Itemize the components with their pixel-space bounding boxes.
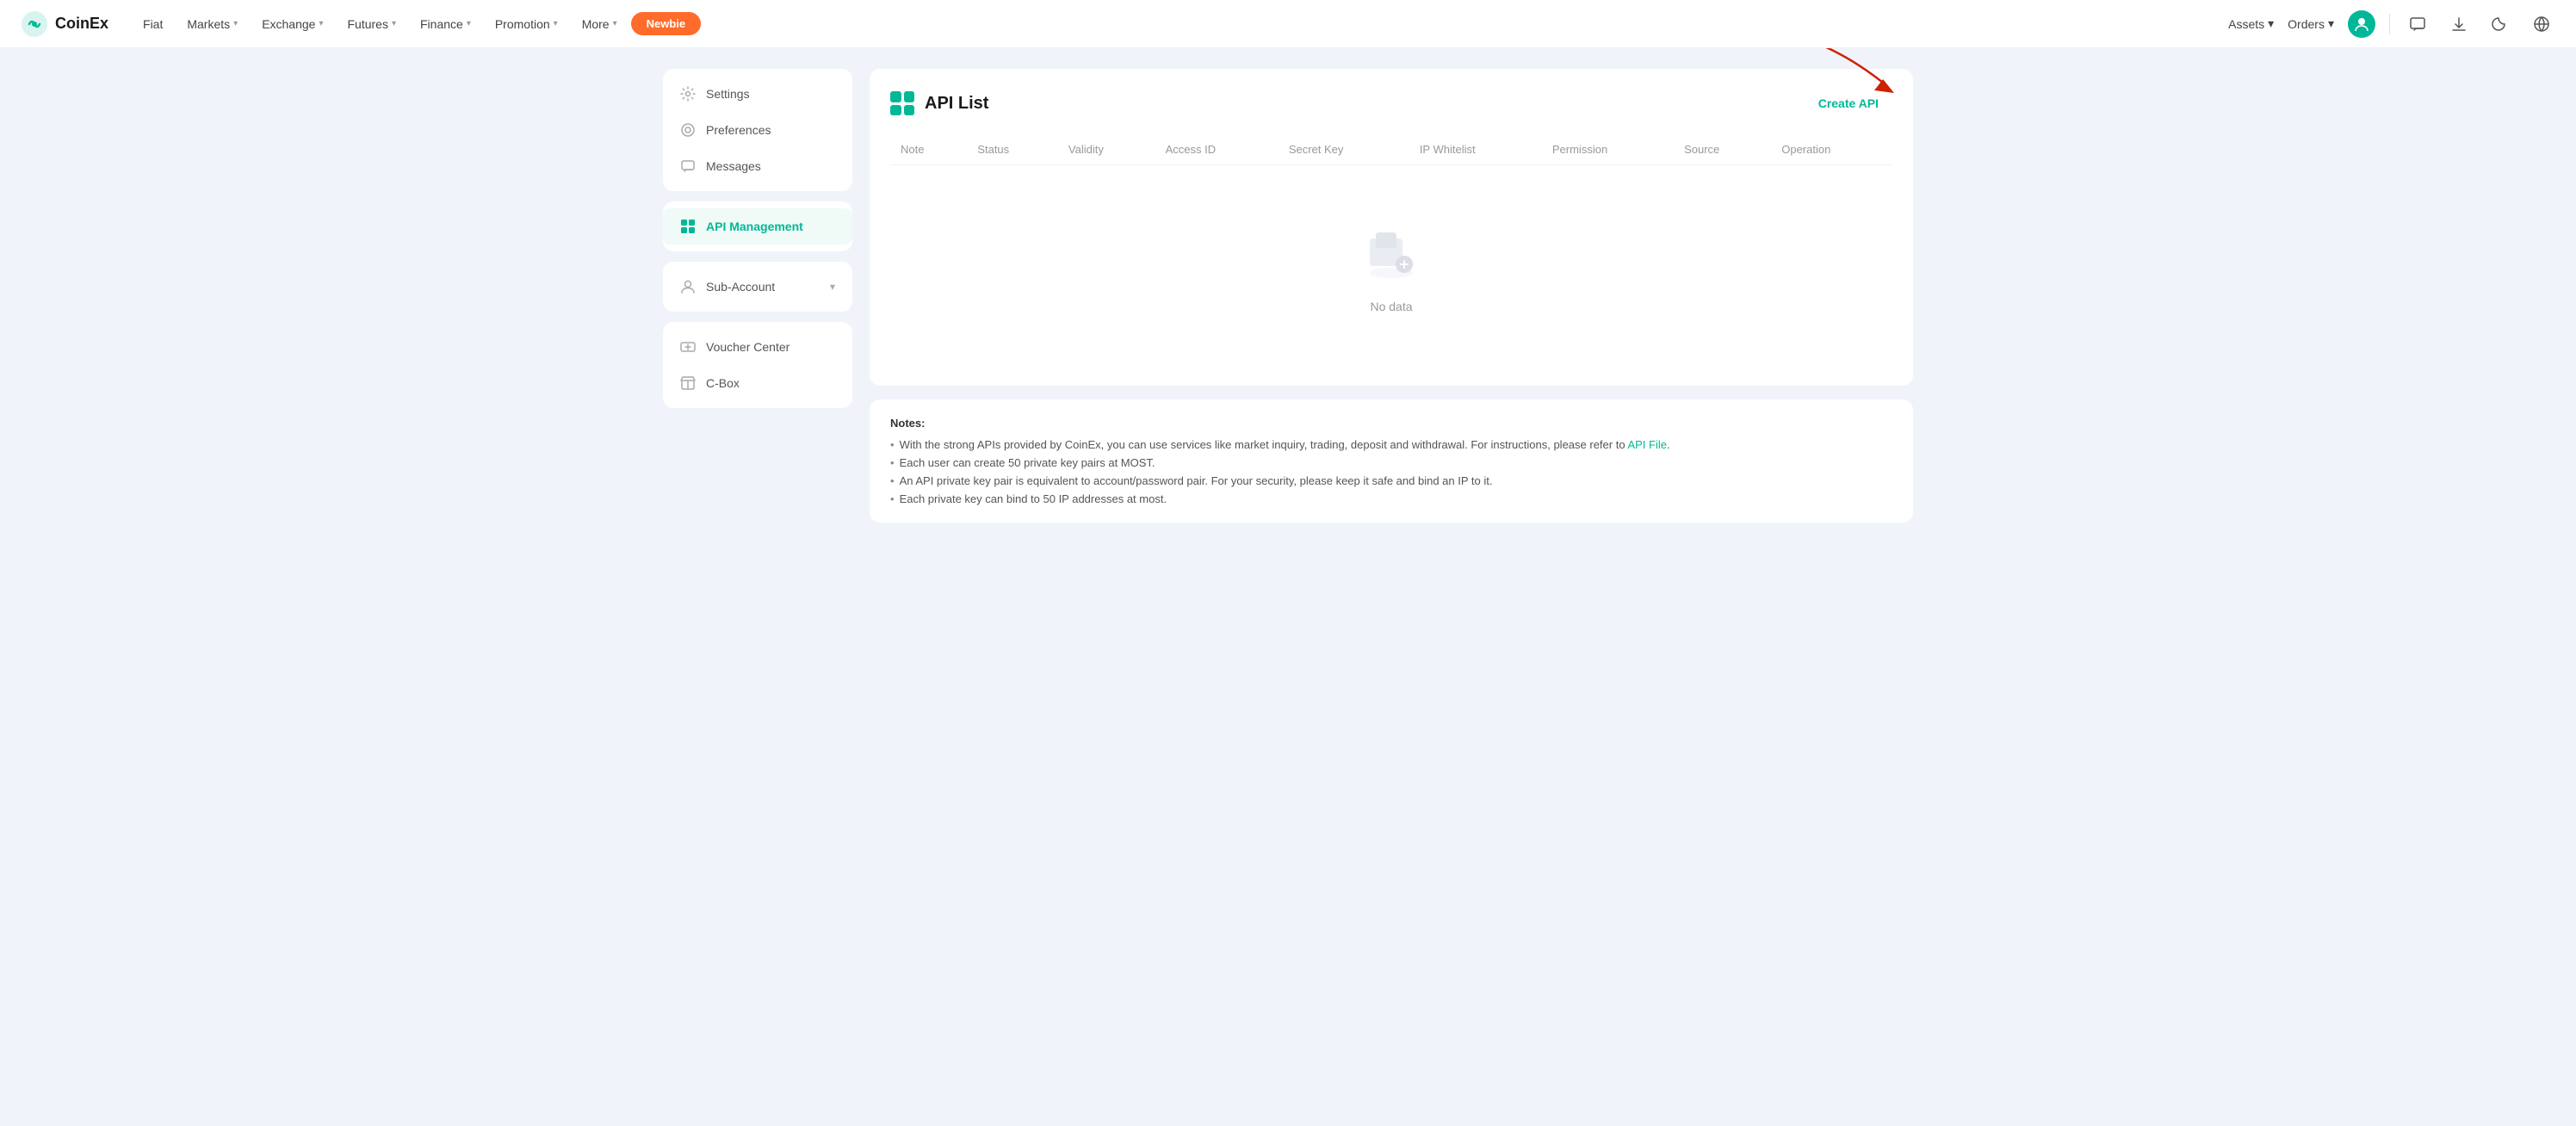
note-item-3: An API private key pair is equivalent to… <box>890 474 1892 487</box>
nav-orders[interactable]: Orders ▾ <box>2288 16 2334 31</box>
notes-section: Notes: With the strong APIs provided by … <box>870 399 1913 523</box>
col-permission: Permission <box>1542 134 1674 165</box>
api-icon <box>680 219 696 234</box>
logo-icon <box>21 10 48 38</box>
avatar[interactable] <box>2348 10 2375 38</box>
api-list-card: API List Create API Note Status Validity… <box>870 69 1913 386</box>
col-source: Source <box>1674 134 1771 165</box>
moon-icon <box>2492 15 2509 33</box>
col-note: Note <box>890 134 967 165</box>
navbar: CoinEx Fiat Markets ▾ Exchange ▾ Futures… <box>0 0 2576 48</box>
newbie-button[interactable]: Newbie <box>631 12 702 35</box>
nav-futures[interactable]: Futures ▾ <box>337 10 407 38</box>
nav-promotion[interactable]: Promotion ▾ <box>485 10 568 38</box>
voucher-icon <box>680 339 696 355</box>
nav-markets[interactable]: Markets ▾ <box>176 10 248 38</box>
navbar-right: Assets ▾ Orders ▾ <box>2228 10 2555 38</box>
exchange-chevron: ▾ <box>319 19 323 28</box>
user-icon <box>2353 15 2370 33</box>
sidebar-item-voucher-center[interactable]: Voucher Center <box>663 329 852 365</box>
note-item-4: Each private key can bind to 50 IP addre… <box>890 492 1892 505</box>
note-item-1: With the strong APIs provided by CoinEx,… <box>890 438 1892 451</box>
note-2-text: Each user can create 50 private key pair… <box>900 456 1155 469</box>
download-icon-btn[interactable] <box>2445 10 2473 38</box>
nav-fiat[interactable]: Fiat <box>133 10 173 38</box>
empty-illustration <box>1357 217 1426 286</box>
logo[interactable]: CoinEx <box>21 10 108 38</box>
col-access-id: Access ID <box>1155 134 1279 165</box>
more-chevron: ▾ <box>613 19 617 28</box>
promotion-chevron: ▾ <box>554 19 558 28</box>
futures-chevron: ▾ <box>392 19 396 28</box>
api-management-label: API Management <box>706 220 803 233</box>
table-header-row: Note Status Validity Access ID Secret Ke… <box>890 134 1892 165</box>
page-layout: Settings Preferences Mes <box>642 48 1934 543</box>
create-api-button[interactable]: Create API <box>1805 90 1892 117</box>
nav-more[interactable]: More ▾ <box>572 10 628 38</box>
sidebar-section-3: Sub-Account ▾ <box>663 262 852 312</box>
sidebar-item-settings[interactable]: Settings <box>663 76 852 112</box>
messages-icon <box>680 158 696 174</box>
nav-assets[interactable]: Assets ▾ <box>2228 16 2274 31</box>
sidebar: Settings Preferences Mes <box>663 69 852 523</box>
note-1-text: With the strong APIs provided by CoinEx,… <box>900 438 1670 451</box>
sidebar-item-c-box[interactable]: C-Box <box>663 365 852 401</box>
sidebar-item-preferences[interactable]: Preferences <box>663 112 852 148</box>
c-box-label: C-Box <box>706 376 740 390</box>
col-ip-whitelist: IP Whitelist <box>1409 134 1542 165</box>
sub-account-label: Sub-Account <box>706 280 775 294</box>
nav-divider <box>2389 14 2390 34</box>
chat-icon <box>2409 15 2426 33</box>
col-operation: Operation <box>1771 134 1892 165</box>
nav-finance[interactable]: Finance ▾ <box>410 10 481 38</box>
api-list-title: API List <box>925 94 988 114</box>
api-table: Note Status Validity Access ID Secret Ke… <box>890 134 1892 165</box>
chat-icon-btn[interactable] <box>2404 10 2431 38</box>
settings-icon <box>680 86 696 102</box>
main-content: API List Create API Note Status Validity… <box>870 69 1913 523</box>
theme-icon-btn[interactable] <box>2486 10 2514 38</box>
nav-items: Fiat Markets ▾ Exchange ▾ Futures ▾ Fina… <box>133 10 701 38</box>
sidebar-section-1: Settings Preferences Mes <box>663 69 852 191</box>
cbox-icon <box>680 375 696 391</box>
col-validity: Validity <box>1058 134 1155 165</box>
col-status: Status <box>967 134 1058 165</box>
api-title: API List <box>890 91 988 115</box>
logo-text: CoinEx <box>55 15 108 33</box>
sidebar-item-api-management[interactable]: API Management <box>663 208 852 244</box>
preferences-label: Preferences <box>706 123 771 137</box>
nav-exchange[interactable]: Exchange ▾ <box>251 10 333 38</box>
voucher-center-label: Voucher Center <box>706 340 790 354</box>
note-3-text: An API private key pair is equivalent to… <box>900 474 1493 487</box>
orders-chevron: ▾ <box>2328 16 2334 31</box>
note-4-text: Each private key can bind to 50 IP addre… <box>900 492 1167 505</box>
download-icon <box>2450 15 2468 33</box>
markets-chevron: ▾ <box>233 19 238 28</box>
notes-list: With the strong APIs provided by CoinEx,… <box>890 438 1892 505</box>
api-file-link[interactable]: API File <box>1627 438 1667 451</box>
finance-chevron: ▾ <box>467 19 471 28</box>
col-secret-key: Secret Key <box>1279 134 1409 165</box>
assets-chevron: ▾ <box>2268 16 2274 31</box>
sidebar-item-sub-account[interactable]: Sub-Account ▾ <box>663 269 852 305</box>
note-item-2: Each user can create 50 private key pair… <box>890 456 1892 469</box>
api-header: API List Create API <box>890 90 1892 117</box>
sidebar-item-messages[interactable]: Messages <box>663 148 852 184</box>
preferences-icon <box>680 122 696 138</box>
sub-account-icon <box>680 279 696 294</box>
notes-title: Notes: <box>890 417 1892 430</box>
globe-icon-btn[interactable] <box>2528 10 2555 38</box>
api-title-icon <box>890 91 914 115</box>
messages-label: Messages <box>706 159 761 173</box>
empty-state: No data <box>890 165 1892 365</box>
sidebar-section-2: API Management <box>663 201 852 251</box>
sidebar-section-4: Voucher Center C-Box <box>663 322 852 408</box>
sub-account-chevron: ▾ <box>830 281 835 293</box>
empty-text: No data <box>1370 300 1412 313</box>
globe-icon <box>2533 15 2550 33</box>
settings-label: Settings <box>706 87 750 101</box>
